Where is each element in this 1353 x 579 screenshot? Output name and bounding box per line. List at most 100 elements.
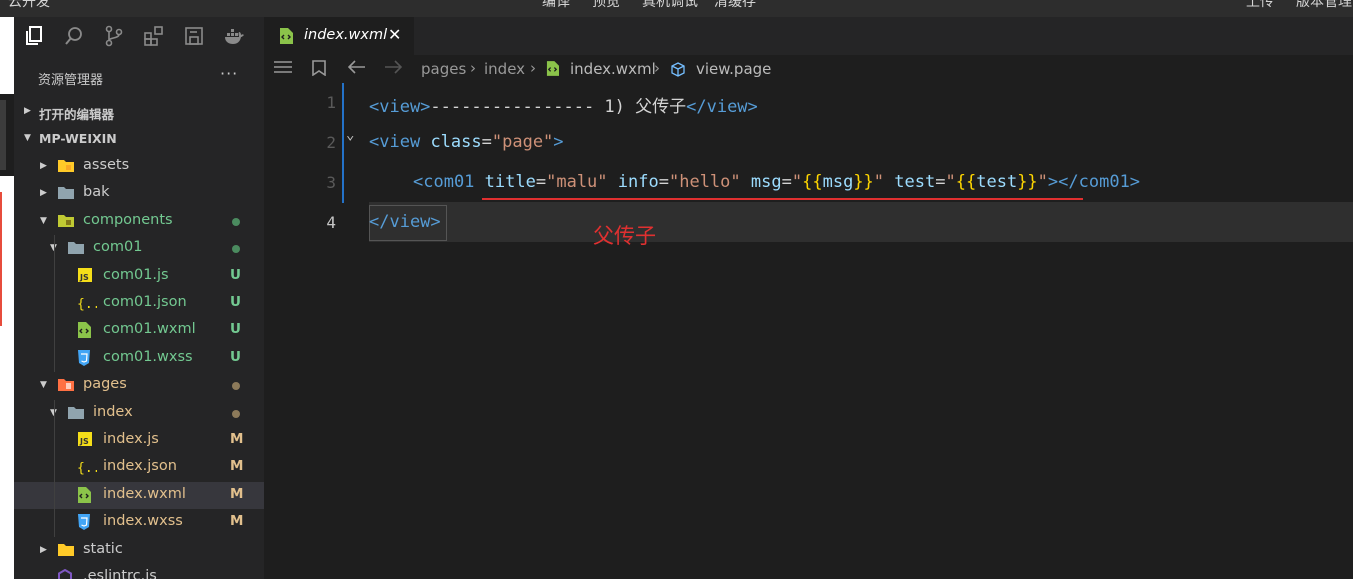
status-badge: M bbox=[230, 513, 244, 530]
line-number: 3 bbox=[326, 173, 336, 192]
folder-icon bbox=[57, 158, 75, 174]
indent-guide bbox=[54, 235, 55, 373]
chevron-down-icon[interactable]: ▼ bbox=[40, 380, 47, 390]
source-control-icon[interactable] bbox=[103, 25, 125, 47]
fold-guide bbox=[342, 83, 344, 203]
tree-item-label: com01.wxss bbox=[103, 348, 193, 365]
js-file-icon: JS bbox=[77, 267, 95, 284]
status-dot bbox=[232, 245, 240, 254]
breadcrumb-file[interactable]: index.wxml bbox=[570, 60, 656, 78]
open-editors-section[interactable]: ▶ 打开的编辑器 bbox=[14, 99, 264, 126]
js-file-icon: JS bbox=[77, 432, 95, 448]
tree-item-index-js[interactable]: JS index.js M bbox=[14, 427, 264, 454]
code-line-3: <com01 title="malu" info="hello" msg="{{… bbox=[413, 172, 1141, 192]
chevron-right-icon[interactable]: ▶ bbox=[40, 545, 47, 555]
chevron-right-icon[interactable]: ▶ bbox=[40, 161, 47, 171]
code-editor[interactable]: ⌄ 1 2 3 4 <view>---------------- 1) 父传子<… bbox=[264, 83, 1353, 579]
explorer-header: 资源管理器 ··· bbox=[14, 58, 264, 96]
breadcrumb-index[interactable]: index bbox=[484, 60, 525, 78]
tree-item-pages[interactable]: ▼ pages bbox=[14, 372, 264, 399]
fold-chevron-icon[interactable]: ⌄ bbox=[346, 127, 354, 143]
tree-item-com01[interactable]: ▼com01 bbox=[14, 235, 264, 262]
tree-item-com01-wxml[interactable]: com01.wxml U bbox=[14, 317, 264, 344]
tree-item-index-wxss[interactable]: index.wxss M bbox=[14, 509, 264, 536]
chevron-right-icon[interactable]: ▶ bbox=[40, 188, 47, 198]
tree-item-label: index.wxml bbox=[103, 485, 186, 502]
folder-icon bbox=[57, 377, 75, 393]
status-badge: M bbox=[230, 458, 244, 475]
explorer-icon[interactable] bbox=[23, 25, 45, 47]
more-actions-button[interactable]: ··· bbox=[220, 64, 238, 83]
status-dot bbox=[232, 217, 240, 226]
tab-label: index.wxml bbox=[304, 27, 388, 43]
code-line-2: <view class="page"> bbox=[369, 132, 564, 152]
tree-item-index-json[interactable]: {..} index.json M bbox=[14, 454, 264, 481]
compile-button[interactable]: 编译 bbox=[542, 0, 570, 11]
svg-text:JS: JS bbox=[79, 437, 89, 446]
tree-item-index[interactable]: ▼index bbox=[14, 400, 264, 427]
css-file-icon bbox=[77, 514, 95, 531]
tree-item-label: index.wxss bbox=[103, 513, 183, 530]
code-line-4: </view> bbox=[369, 212, 441, 232]
tree-item-index-wxml[interactable]: index.wxml M bbox=[14, 481, 264, 510]
close-icon[interactable]: ✕ bbox=[388, 25, 401, 44]
current-line-highlight bbox=[369, 202, 1353, 242]
back-arrow-icon[interactable] bbox=[347, 60, 366, 78]
tree-item-label: static bbox=[83, 540, 123, 557]
breadcrumb: pages › index › index.wxml › view.page bbox=[264, 55, 1353, 83]
chevron-down-icon: ▼ bbox=[24, 133, 31, 143]
tree-item-label: index.js bbox=[103, 431, 159, 447]
outline-list-icon[interactable] bbox=[274, 60, 292, 78]
tree-item-label: .eslintrc.js bbox=[83, 568, 157, 579]
tree-item-com01-js[interactable]: JS com01.js U bbox=[14, 263, 264, 290]
project-section[interactable]: ▼ MP-WEIXIN bbox=[14, 126, 264, 153]
chevron-right-icon: › bbox=[470, 59, 476, 77]
wxml-file-icon bbox=[546, 61, 559, 80]
tree-item-label: bak bbox=[83, 184, 110, 201]
wxml-file-icon bbox=[77, 486, 95, 503]
docker-icon[interactable] bbox=[223, 25, 245, 47]
tab-bar: index.wxml ✕ bbox=[264, 17, 1353, 55]
status-dot bbox=[232, 382, 240, 391]
version-manage-button[interactable]: 版本管理 bbox=[1296, 0, 1352, 11]
search-icon[interactable] bbox=[63, 25, 85, 47]
folder-icon bbox=[67, 405, 85, 421]
tree-item-label: index bbox=[93, 403, 133, 420]
wxml-file-icon bbox=[279, 28, 293, 48]
tree-item-assets[interactable]: ▶ assets bbox=[14, 153, 264, 180]
tree-item-label: index.json bbox=[103, 458, 177, 475]
chevron-right-icon: ▶ bbox=[24, 106, 31, 116]
line-number: 4 bbox=[326, 213, 336, 232]
folder-icon bbox=[57, 542, 75, 558]
clear-cache-button[interactable]: 清缓存 bbox=[714, 0, 756, 11]
activity-bar bbox=[14, 17, 264, 55]
tree-item-static[interactable]: ▶ static bbox=[14, 537, 264, 564]
upload-button[interactable]: 上传 bbox=[1246, 0, 1274, 11]
tree-item-components[interactable]: ▼ components bbox=[14, 208, 264, 235]
tree-item-label: pages bbox=[83, 376, 127, 393]
bookmark-icon[interactable] bbox=[312, 60, 326, 80]
cloud-dev-label[interactable]: 云开发 bbox=[8, 0, 50, 11]
forward-arrow-icon[interactable] bbox=[384, 60, 403, 78]
tree-item-eslintrc-js[interactable]: .eslintrc.js bbox=[14, 564, 264, 579]
sidebar: 资源管理器 ··· ▶ 打开的编辑器 ▼ MP-WEIXIN ▶ assets ▶ b… bbox=[14, 17, 264, 579]
tree-item-bak[interactable]: ▶ bak bbox=[14, 180, 264, 207]
top-menu-bar: 云开发 编译 预览 真机调试 清缓存 上传 版本管理 bbox=[0, 0, 1353, 17]
status-badge: M bbox=[230, 485, 244, 502]
open-editors-label: 打开的编辑器 bbox=[39, 107, 115, 122]
tree-item-label: components bbox=[83, 211, 173, 228]
folder-icon bbox=[57, 185, 75, 201]
preview-button[interactable]: 预览 bbox=[592, 0, 620, 11]
breadcrumb-symbol[interactable]: view.page bbox=[696, 60, 771, 78]
code-line-1: <view>---------------- 1) 父传子</view> bbox=[369, 97, 758, 117]
tab-index-wxml[interactable]: index.wxml ✕ bbox=[264, 17, 414, 55]
tree-item-com01-wxss[interactable]: com01.wxss U bbox=[14, 345, 264, 372]
device-debug-button[interactable]: 真机调试 bbox=[642, 0, 698, 11]
breadcrumb-pages[interactable]: pages bbox=[421, 60, 466, 78]
symbol-cube-icon bbox=[670, 62, 686, 81]
tree-item-com01-json[interactable]: {..} com01.json U bbox=[14, 290, 264, 317]
extensions-icon[interactable] bbox=[143, 25, 165, 47]
chevron-down-icon[interactable]: ▼ bbox=[40, 216, 47, 226]
save-icon[interactable] bbox=[183, 25, 205, 47]
status-badge: U bbox=[230, 348, 241, 365]
